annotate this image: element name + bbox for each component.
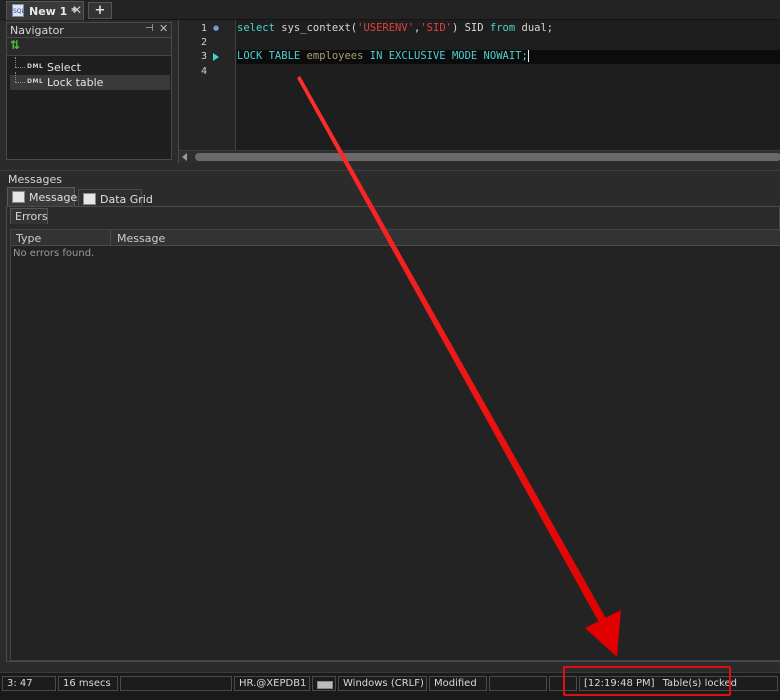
add-tab-button[interactable]: + bbox=[88, 2, 112, 19]
empty-message: No errors found. bbox=[13, 248, 95, 259]
line-number: 3 bbox=[200, 51, 207, 62]
messages-tab-bar: Messages Data Grid bbox=[0, 187, 780, 206]
navigator-panel: Navigator ⊣ ✕ ⇅ DML Select DML Lock tabl… bbox=[6, 22, 172, 160]
errors-grid[interactable]: Type Message No errors found. bbox=[10, 229, 780, 661]
cursor-position: 3: 47 bbox=[2, 676, 56, 691]
bookmark-dot-icon: ● bbox=[213, 24, 220, 32]
messages-panel-header: Messages bbox=[0, 170, 780, 187]
status-cell-empty bbox=[120, 676, 232, 691]
connection-name: HR.@XEPDB1 bbox=[234, 676, 310, 691]
navigator-item-lock-table[interactable]: DML Lock table bbox=[10, 72, 170, 90]
keyboard-icon bbox=[317, 681, 333, 689]
tab-label: Errors bbox=[15, 210, 48, 223]
pin-icon[interactable]: ⊣ bbox=[145, 23, 154, 34]
messages-icon bbox=[12, 191, 25, 203]
line-ending[interactable]: Windows (CRLF) bbox=[338, 676, 427, 691]
close-icon[interactable]: ✕ bbox=[159, 22, 168, 35]
navigator-item-label: Select bbox=[47, 61, 81, 74]
navigator-header: Navigator ⊣ ✕ bbox=[7, 22, 171, 38]
tab-label: Messages bbox=[29, 191, 83, 204]
tab-errors[interactable]: Errors bbox=[10, 208, 48, 224]
dml-icon: DML bbox=[27, 63, 44, 70]
line-number: 2 bbox=[200, 37, 207, 48]
tab-data-grid[interactable]: Data Grid bbox=[78, 189, 153, 206]
keyboard-cell bbox=[312, 676, 336, 691]
text-caret bbox=[527, 50, 529, 62]
annotation-highlight-box bbox=[563, 666, 731, 696]
code-line-3[interactable]: LOCK TABLE employees IN EXCLUSIVE MODE N… bbox=[237, 50, 780, 64]
modified-state: Modified bbox=[429, 676, 487, 691]
execution-time: 16 msecs bbox=[58, 676, 118, 691]
editor-tab-strip: SQL New 1 * ✕ + bbox=[0, 0, 780, 20]
horizontal-scrollbar[interactable] bbox=[179, 150, 780, 163]
navigator-item-label: Lock table bbox=[47, 76, 104, 89]
line-number: 4 bbox=[200, 66, 207, 77]
navigator-toolbar: ⇅ bbox=[7, 38, 171, 56]
close-icon[interactable]: ✕ bbox=[72, 3, 82, 17]
tab-title: New 1 * bbox=[29, 5, 77, 18]
tab-new-1[interactable]: SQL New 1 * ✕ bbox=[6, 1, 84, 20]
sql-editor[interactable]: 1 ● 2 3 4 select sys_context('USERENV','… bbox=[178, 20, 780, 163]
code-area[interactable]: select sys_context('USERENV','SID') SID … bbox=[237, 20, 780, 150]
navigator-title: Navigator bbox=[10, 24, 64, 37]
code-line-1[interactable]: select sys_context('USERENV','SID') SID … bbox=[237, 22, 780, 36]
column-header-type[interactable]: Type bbox=[11, 230, 111, 246]
scroll-left-icon[interactable] bbox=[182, 153, 187, 161]
line-number-gutter: 1 ● 2 3 4 bbox=[179, 20, 236, 150]
tab-label: Data Grid bbox=[100, 193, 153, 206]
tab-messages[interactable]: Messages bbox=[7, 187, 83, 206]
messages-panel-title: Messages bbox=[8, 173, 62, 186]
status-cell-empty bbox=[489, 676, 547, 691]
grid-header: Type Message bbox=[11, 230, 780, 246]
line-number: 1 bbox=[200, 23, 207, 34]
grid-icon bbox=[83, 193, 96, 205]
execution-pointer-icon bbox=[213, 53, 219, 61]
refresh-icon[interactable]: ⇅ bbox=[10, 38, 20, 52]
column-header-message[interactable]: Message bbox=[112, 230, 780, 246]
scrollbar-thumb[interactable] bbox=[195, 153, 780, 161]
dml-icon: DML bbox=[27, 78, 44, 85]
sql-file-icon: SQL bbox=[12, 4, 25, 17]
messages-body: Errors Type Message No errors found. bbox=[6, 206, 780, 662]
navigator-item-select[interactable]: DML Select bbox=[10, 57, 170, 75]
